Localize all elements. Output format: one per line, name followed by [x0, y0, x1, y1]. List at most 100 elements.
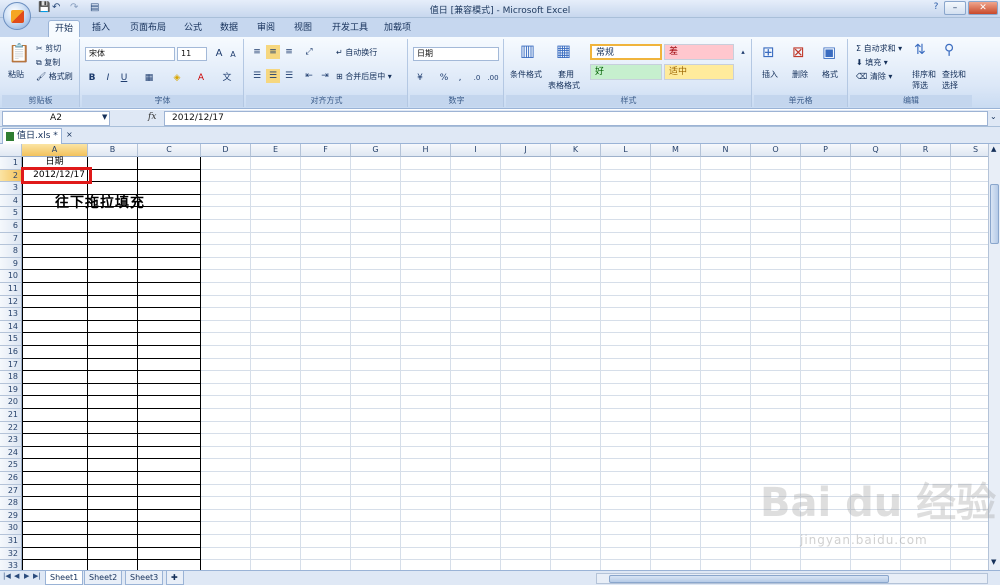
cell-F29[interactable]: [301, 509, 351, 523]
cell-E26[interactable]: [251, 472, 301, 485]
cell-N27[interactable]: [701, 484, 751, 498]
cell-E10[interactable]: [251, 270, 301, 283]
cell-Q2[interactable]: [851, 169, 901, 183]
cell-R12[interactable]: [901, 295, 951, 309]
cell-A30[interactable]: [22, 522, 88, 535]
cell-H11[interactable]: [401, 283, 451, 296]
cell-R18[interactable]: [901, 371, 951, 384]
cell-M22[interactable]: [651, 421, 701, 435]
cell-E21[interactable]: [251, 409, 301, 422]
cell-N12[interactable]: [701, 295, 751, 309]
scroll-up-icon[interactable]: ▲: [991, 145, 996, 153]
cell-C10[interactable]: [138, 270, 201, 283]
bold-button[interactable]: B: [85, 71, 99, 85]
cell-H27[interactable]: [401, 484, 451, 498]
cell-N16[interactable]: [701, 346, 751, 359]
cell-L29[interactable]: [601, 509, 651, 523]
cell-O32[interactable]: [751, 547, 801, 561]
cell-S3[interactable]: [951, 182, 988, 195]
tab-insert[interactable]: 插入: [86, 20, 116, 37]
cell-L33[interactable]: [601, 560, 651, 570]
cell-A23[interactable]: [22, 434, 88, 447]
help-icon[interactable]: ?: [928, 1, 944, 15]
cell-N6[interactable]: [701, 220, 751, 233]
cell-B33[interactable]: [88, 560, 138, 570]
column-header-L[interactable]: L: [601, 144, 651, 157]
cell-O14[interactable]: [751, 320, 801, 334]
cell-R14[interactable]: [901, 320, 951, 334]
cell-N13[interactable]: [701, 308, 751, 321]
cell-N24[interactable]: [701, 446, 751, 460]
cell-E12[interactable]: [251, 295, 301, 309]
cell-P20[interactable]: [801, 396, 851, 409]
style-neutral[interactable]: 适中: [664, 64, 734, 80]
cell-J25[interactable]: [501, 459, 551, 472]
cell-G7[interactable]: [351, 232, 401, 246]
cell-A20[interactable]: [22, 396, 88, 409]
prev-sheet-icon[interactable]: ◀: [14, 572, 19, 580]
cell-O1[interactable]: [751, 157, 801, 170]
row-header-12[interactable]: 12: [0, 295, 22, 309]
cell-H26[interactable]: [401, 472, 451, 485]
cell-R1[interactable]: [901, 157, 951, 170]
cell-N1[interactable]: [701, 157, 751, 170]
increase-indent-icon[interactable]: ⇥: [318, 69, 332, 83]
cell-O13[interactable]: [751, 308, 801, 321]
cell-F6[interactable]: [301, 220, 351, 233]
cell-F28[interactable]: [301, 497, 351, 510]
cell-C22[interactable]: [138, 421, 201, 435]
cell-A8[interactable]: [22, 245, 88, 258]
format-painter-button[interactable]: 🖌 格式刷: [36, 71, 73, 82]
namebox-dropdown-icon[interactable]: ▼: [102, 113, 107, 121]
border-icon[interactable]: ▦: [142, 71, 156, 85]
cell-L1[interactable]: [601, 157, 651, 170]
cell-P13[interactable]: [801, 308, 851, 321]
cell-J22[interactable]: [501, 421, 551, 435]
cell-M31[interactable]: [651, 535, 701, 548]
formula-input[interactable]: 2012/12/17: [164, 111, 988, 126]
underline-button[interactable]: U: [117, 71, 131, 85]
cell-C7[interactable]: [138, 232, 201, 246]
cell-P12[interactable]: [801, 295, 851, 309]
cell-L3[interactable]: [601, 182, 651, 195]
tab-review[interactable]: 审阅: [251, 20, 281, 37]
cell-C11[interactable]: [138, 283, 201, 296]
cell-H20[interactable]: [401, 396, 451, 409]
cell-I25[interactable]: [451, 459, 501, 472]
cell-K17[interactable]: [551, 358, 601, 372]
cell-Q32[interactable]: [851, 547, 901, 561]
style-good[interactable]: 好: [590, 64, 662, 80]
cell-K20[interactable]: [551, 396, 601, 409]
cell-G21[interactable]: [351, 409, 401, 422]
cell-P23[interactable]: [801, 434, 851, 447]
cell-B20[interactable]: [88, 396, 138, 409]
cell-C8[interactable]: [138, 245, 201, 258]
row-header-7[interactable]: 7: [0, 232, 22, 246]
cell-H6[interactable]: [401, 220, 451, 233]
cell-C27[interactable]: [138, 484, 201, 498]
cell-Q15[interactable]: [851, 333, 901, 346]
cell-P9[interactable]: [801, 257, 851, 271]
cell-G17[interactable]: [351, 358, 401, 372]
select-all-corner[interactable]: [0, 144, 22, 157]
cell-S2[interactable]: [951, 170, 988, 183]
find-select-button[interactable]: 查找和: [942, 69, 966, 80]
cell-J5[interactable]: [501, 207, 551, 220]
cell-A28[interactable]: [22, 497, 88, 510]
cell-A12[interactable]: [22, 295, 88, 309]
cell-C9[interactable]: [138, 257, 201, 271]
cell-S31[interactable]: [951, 535, 988, 548]
cell-B1[interactable]: [88, 157, 138, 170]
cell-G30[interactable]: [351, 522, 401, 535]
cell-I10[interactable]: [451, 270, 501, 283]
cell-M7[interactable]: [651, 232, 701, 246]
column-header-G[interactable]: G: [351, 144, 401, 157]
cell-C33[interactable]: [138, 560, 201, 570]
cell-F10[interactable]: [301, 270, 351, 283]
office-button[interactable]: [3, 2, 31, 30]
cell-D4[interactable]: [201, 194, 251, 208]
cell-D20[interactable]: [201, 396, 251, 409]
table-format-button[interactable]: 套用: [558, 69, 574, 80]
cell-Q1[interactable]: [851, 157, 901, 170]
cell-F2[interactable]: [301, 169, 351, 183]
